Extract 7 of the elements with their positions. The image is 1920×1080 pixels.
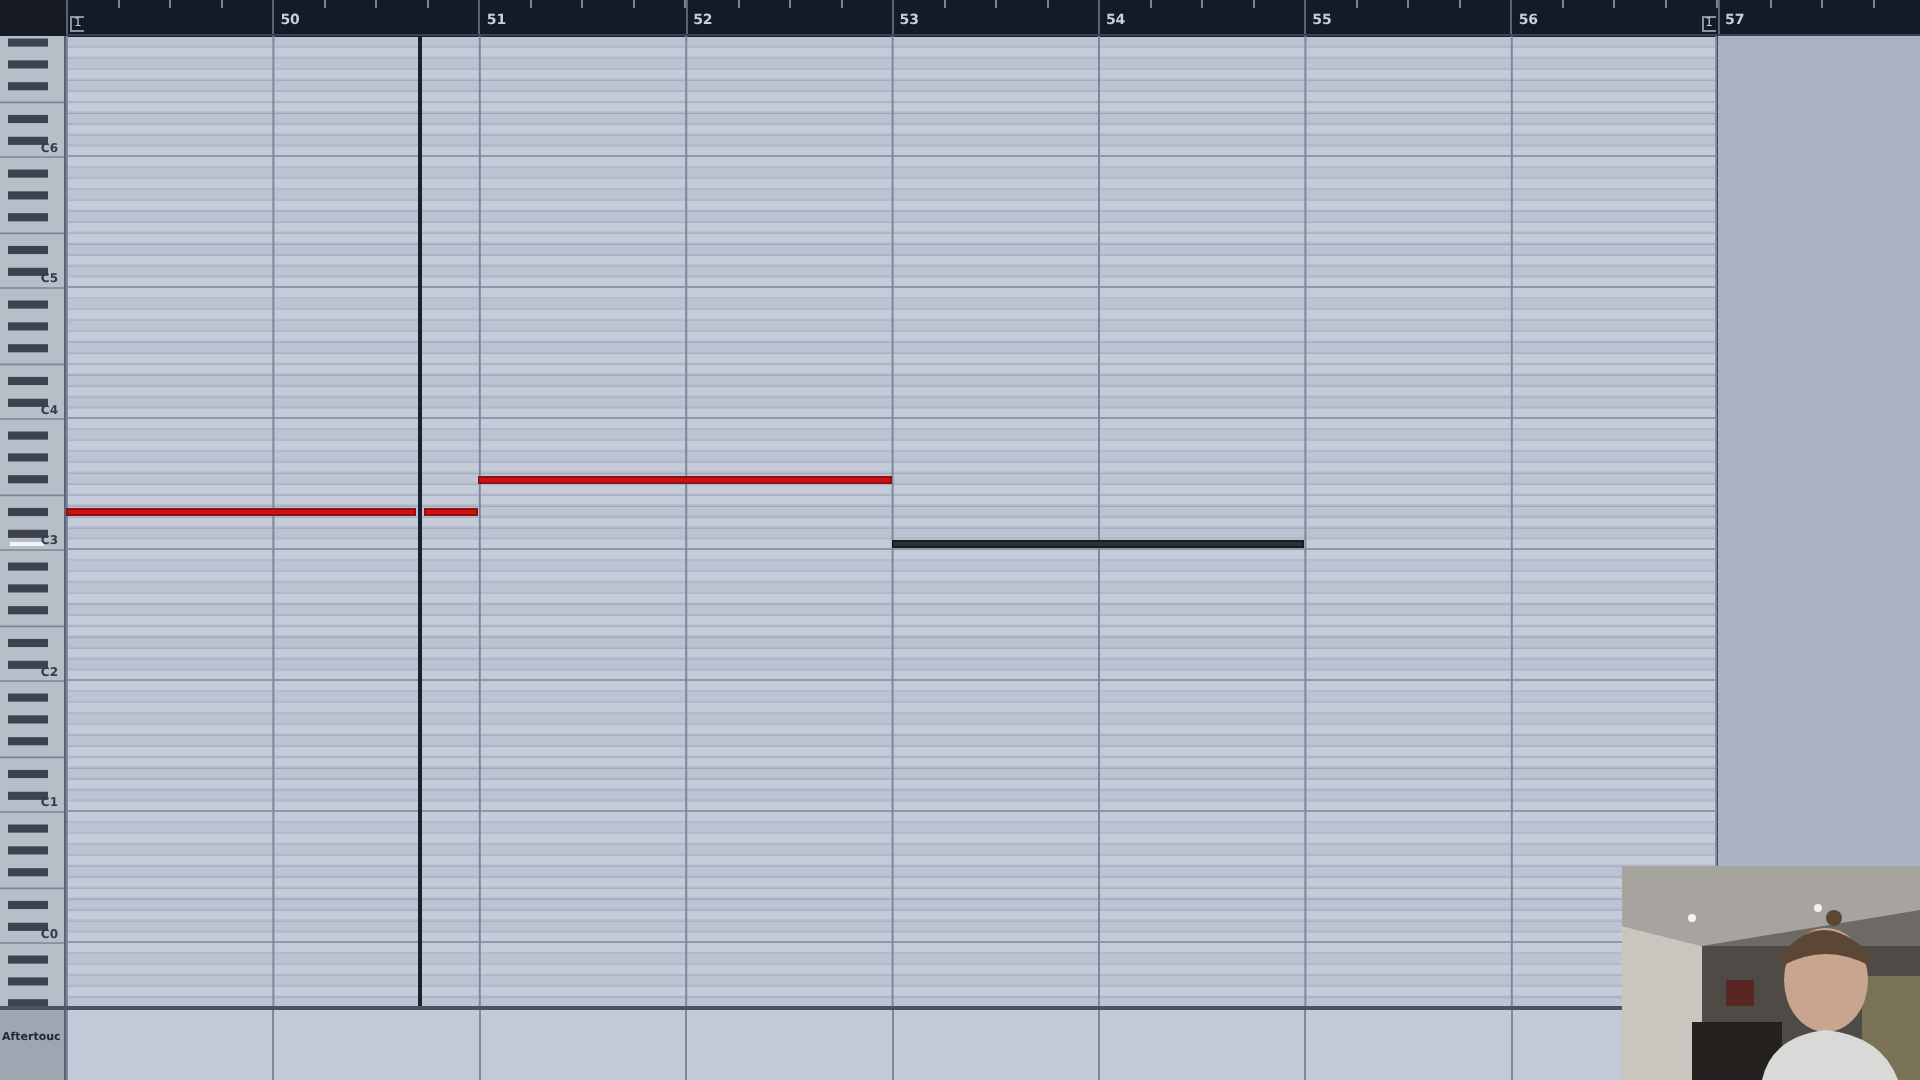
playhead-line[interactable] bbox=[418, 36, 423, 1006]
midi-note[interactable] bbox=[66, 507, 417, 516]
midi-note[interactable] bbox=[891, 540, 1305, 549]
ruler-corner bbox=[0, 0, 66, 36]
midi-note[interactable] bbox=[423, 507, 479, 516]
controller-lane[interactable] bbox=[66, 1006, 1622, 1080]
midi-note[interactable] bbox=[478, 475, 892, 484]
